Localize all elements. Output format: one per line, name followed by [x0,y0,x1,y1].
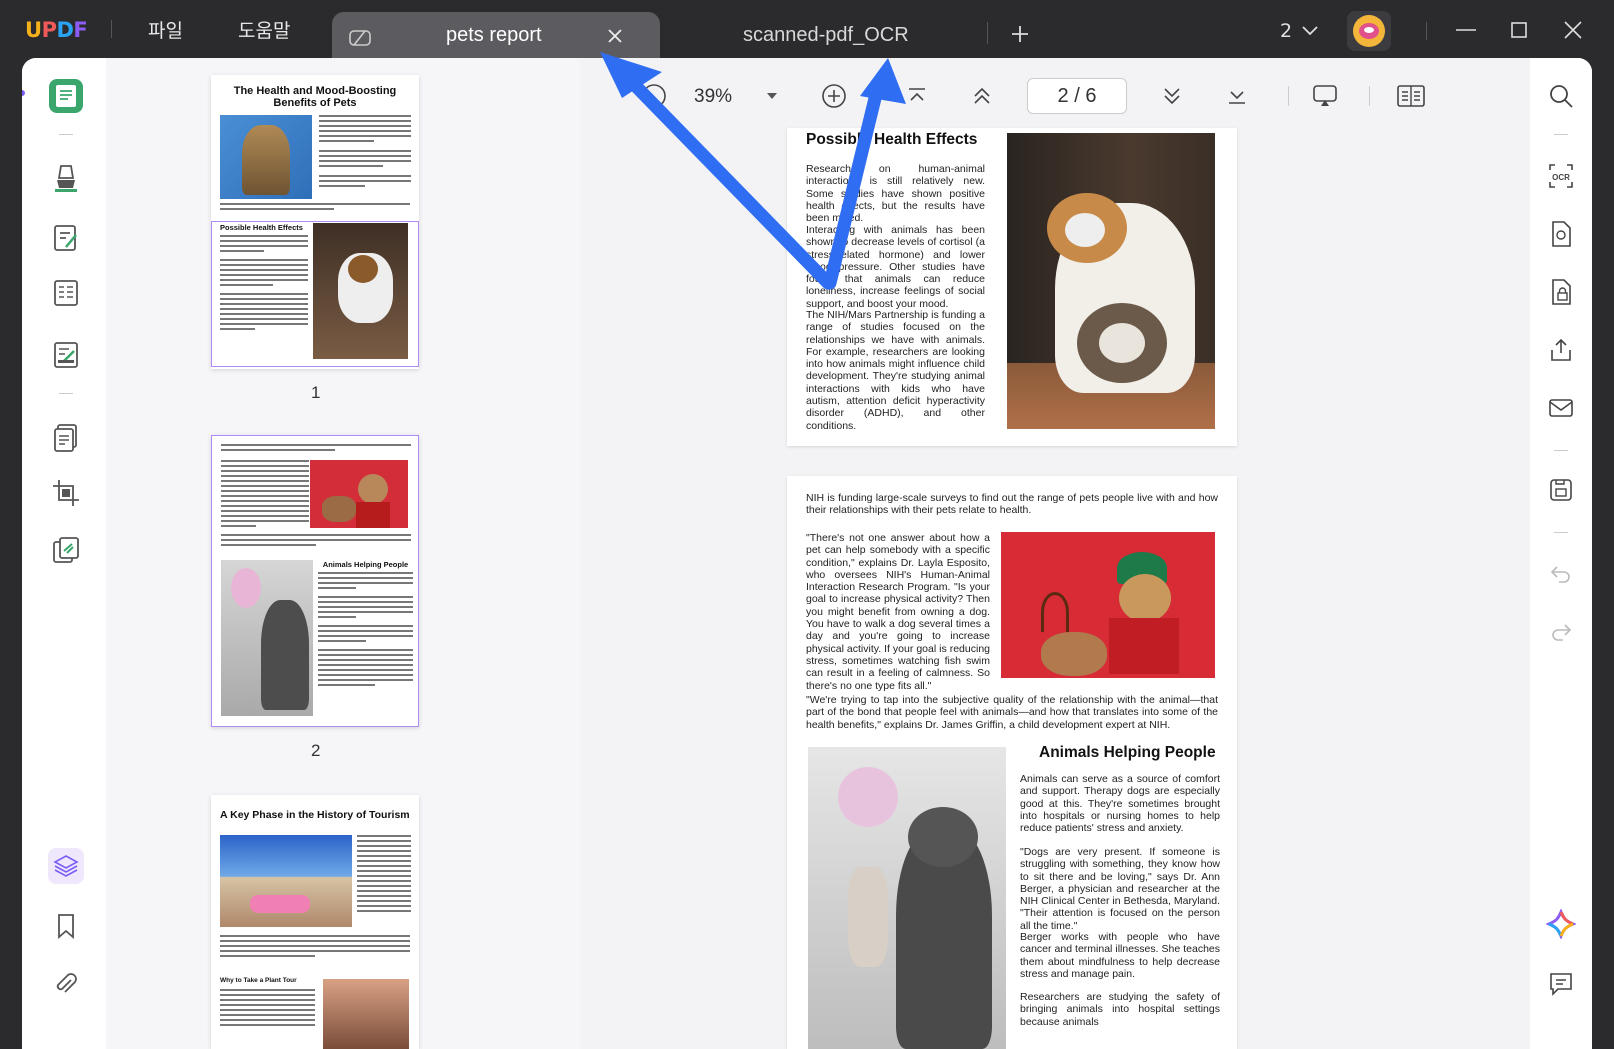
arrow-head [860,58,906,104]
annotation-arrows [600,52,906,290]
arrow-to-scanned-tab [823,79,885,290]
arrow-head [600,52,662,98]
arrow-to-pets-report-tab [615,65,835,290]
